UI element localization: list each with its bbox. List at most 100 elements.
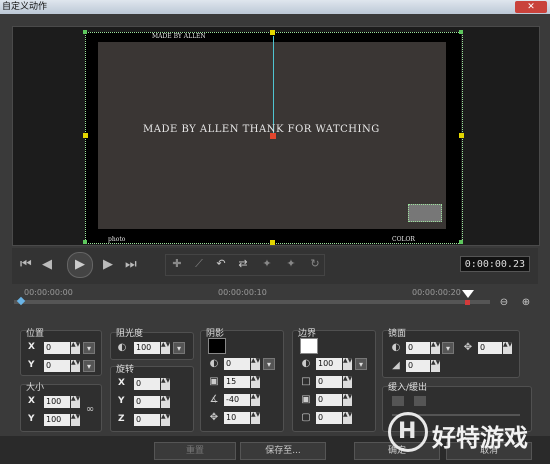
position-y-spinner[interactable]: ▲▼ <box>71 360 80 372</box>
zoom-in-icon[interactable]: ⊕ <box>520 297 532 309</box>
ruler-label: 00:00:00:20 <box>412 288 461 297</box>
selection-edge-handle[interactable] <box>270 30 275 35</box>
shadow-blur-input[interactable]: 15 <box>224 376 250 388</box>
border-radius-icon: ▢ <box>301 412 311 423</box>
selection-edge-handle[interactable] <box>83 133 88 138</box>
mirror-opacity-input[interactable]: 0 <box>406 342 430 354</box>
size-y-spinner[interactable]: ▲▼ <box>71 414 80 426</box>
border-radius-spinner[interactable]: ▲▼ <box>343 412 352 424</box>
selection-corner-handle[interactable] <box>459 240 463 244</box>
rotation-y-input[interactable]: 0 <box>134 396 160 408</box>
rotation-x-label: X <box>118 378 125 388</box>
current-keyframe-marker[interactable] <box>465 300 470 305</box>
position-y-dropdown[interactable]: ▾ <box>83 360 95 372</box>
shadow-angle-spinner[interactable]: ▲▼ <box>251 394 260 406</box>
rotation-x-spinner[interactable]: ▲▼ <box>161 378 170 390</box>
selection-corner-handle[interactable] <box>83 30 87 34</box>
shadow-angle-icon: ∡ <box>209 394 219 405</box>
close-icon[interactable]: ✕ <box>515 1 547 13</box>
size-x-input[interactable]: 100 <box>44 396 70 408</box>
border-blur-spinner[interactable]: ▲▼ <box>343 394 352 406</box>
shadow-opacity-input[interactable]: 0 <box>224 358 250 370</box>
reverse-icon[interactable]: ↶ <box>212 256 230 272</box>
shadow-blur-spinner[interactable]: ▲▼ <box>251 376 260 388</box>
selection-edge-handle[interactable] <box>459 133 464 138</box>
position-x-dropdown[interactable]: ▾ <box>83 342 95 354</box>
fade-in-icon[interactable] <box>392 396 404 406</box>
ruler-label: 00:00:00:10 <box>218 288 267 297</box>
playhead[interactable] <box>462 290 474 298</box>
selection-corner-handle[interactable] <box>83 240 87 244</box>
zoom-out-icon[interactable]: ⊖ <box>498 297 510 309</box>
save-as-button[interactable]: 保存至... <box>240 442 326 460</box>
mirror-distance-input[interactable]: 0 <box>478 342 502 354</box>
rotation-y-label: Y <box>118 396 125 406</box>
border-blur-input[interactable]: 0 <box>316 394 342 406</box>
selection-edge-handle[interactable] <box>270 240 275 245</box>
watermark-text: 好特游戏 <box>432 424 528 452</box>
size-y-input[interactable]: 100 <box>44 414 70 426</box>
position-y-input[interactable]: 0 <box>44 360 70 372</box>
timecode-display[interactable]: 0:00:00.23 <box>460 256 530 272</box>
mirror-fade-spinner[interactable]: ▲▼ <box>431 360 440 372</box>
watermark: H 好特游戏 <box>388 410 548 454</box>
opacity-spinner[interactable]: ▲▼ <box>161 342 170 354</box>
add-keyframe-icon[interactable]: ✚ <box>168 256 186 272</box>
link-icon[interactable]: ∞ <box>84 404 96 416</box>
mirror-distance-spinner[interactable]: ▲▼ <box>503 342 512 354</box>
mirror-fade-icon: ◢ <box>392 360 400 371</box>
rotation-z-spinner[interactable]: ▲▼ <box>161 414 170 426</box>
shadow-distance-spinner[interactable]: ▲▼ <box>251 412 260 424</box>
mirror-opacity-spinner[interactable]: ▲▼ <box>431 342 440 354</box>
mirror-fade-input[interactable]: 0 <box>406 360 430 372</box>
size-y-label: Y <box>28 414 35 424</box>
border-width-spinner[interactable]: ▲▼ <box>343 376 352 388</box>
swap-icon[interactable]: ⇄ <box>234 256 252 272</box>
border-width-input[interactable]: 0 <box>316 376 342 388</box>
size-x-label: X <box>28 396 35 406</box>
position-x-spinner[interactable]: ▲▼ <box>71 342 80 354</box>
next-keyframe-icon[interactable]: ✦ <box>282 256 300 272</box>
play-button[interactable]: ▶ <box>67 252 93 278</box>
border-opacity-dropdown[interactable]: ▾ <box>355 358 367 370</box>
reset-button[interactable]: 重置 <box>154 442 236 460</box>
shadow-opacity-dropdown[interactable]: ▾ <box>263 358 275 370</box>
fade-out-icon[interactable] <box>414 396 426 406</box>
border-opacity-input[interactable]: 100 <box>316 358 342 370</box>
border-opacity-icon: ◐ <box>301 358 311 369</box>
loop-icon[interactable]: ↻ <box>306 256 324 272</box>
opacity-dropdown[interactable]: ▾ <box>173 342 185 354</box>
watermark-logo: H <box>388 412 428 452</box>
next-frame-icon[interactable]: ▶ <box>103 256 113 274</box>
rotation-title: 旋转 <box>116 365 135 375</box>
border-opacity-spinner[interactable]: ▲▼ <box>343 358 352 370</box>
border-radius-input[interactable]: 0 <box>316 412 342 424</box>
remove-keyframe-icon[interactable]: ⟋ <box>190 256 208 272</box>
pivot-guide-line <box>273 36 274 136</box>
shadow-opacity-spinner[interactable]: ▲▼ <box>251 358 260 370</box>
go-to-start-icon[interactable]: ⏮ <box>20 256 32 274</box>
video-caption-top: MADE BY ALLEN <box>152 33 206 40</box>
video-label-photo: photo <box>108 236 126 243</box>
prev-keyframe-icon[interactable]: ✦ <box>258 256 276 272</box>
go-to-end-icon[interactable]: ⏭ <box>125 256 137 274</box>
position-title: 位置 <box>26 329 45 339</box>
border-color-swatch[interactable] <box>300 338 318 354</box>
position-x-label: X <box>28 342 35 352</box>
mirror-opacity-icon: ◐ <box>391 342 401 353</box>
shadow-color-swatch[interactable] <box>208 338 226 354</box>
timeline-track[interactable] <box>14 300 490 304</box>
shadow-distance-input[interactable]: 10 <box>224 412 250 424</box>
selection-corner-handle[interactable] <box>459 30 463 34</box>
previous-frame-icon[interactable]: ◀ <box>42 256 52 274</box>
opacity-title: 阻光度 <box>116 329 144 339</box>
mirror-opacity-dropdown[interactable]: ▾ <box>442 342 454 354</box>
rotation-x-input[interactable]: 0 <box>134 378 160 390</box>
overlay-thumbnail[interactable] <box>408 204 442 222</box>
shadow-angle-input[interactable]: -40 <box>224 394 250 406</box>
size-x-spinner[interactable]: ▲▼ <box>71 396 80 408</box>
rotation-z-input[interactable]: 0 <box>134 414 160 426</box>
position-x-input[interactable]: 0 <box>44 342 70 354</box>
opacity-input[interactable]: 100 <box>134 342 160 354</box>
rotation-y-spinner[interactable]: ▲▼ <box>161 396 170 408</box>
